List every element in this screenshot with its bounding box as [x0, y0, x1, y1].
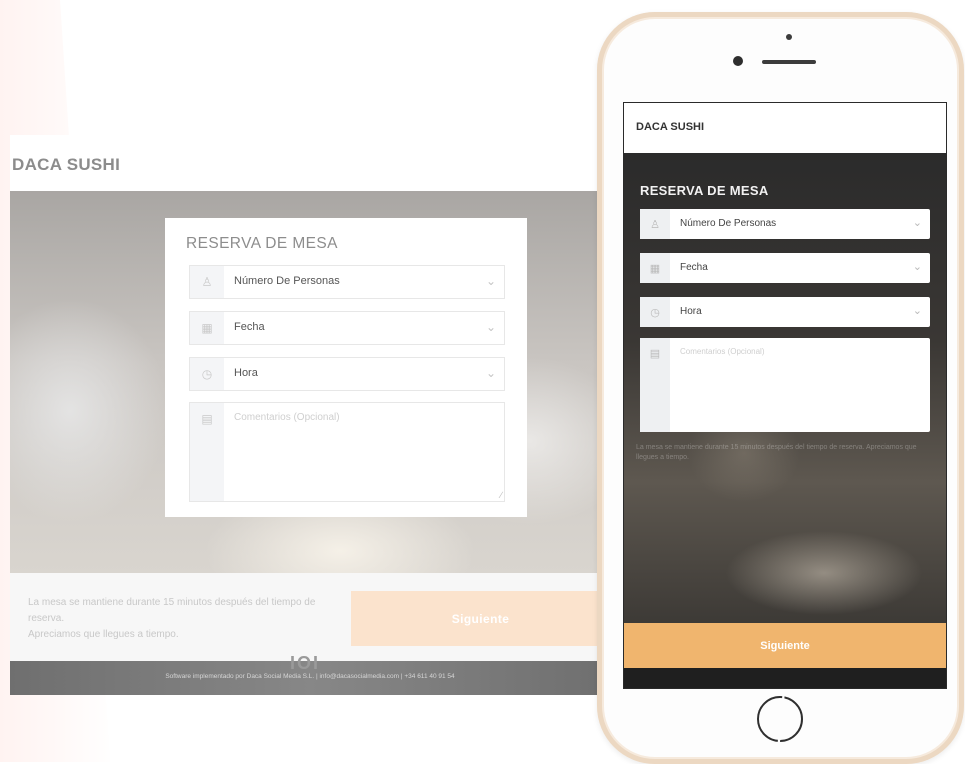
people-icon: ♙ [640, 209, 670, 239]
chevron-down-icon: ⌄ [912, 261, 922, 273]
footer-credits: Software implementado por Daca Social Me… [165, 673, 455, 680]
notice-line-2: Apreciamos que llegues a tiempo. [28, 629, 179, 640]
comments-placeholder: Comentarios (Opcional) [234, 412, 340, 423]
desktop-header: DACA SUSHI [10, 135, 610, 191]
mobile-party-size-label: Número De Personas [680, 218, 777, 229]
chevron-down-icon: ⌄ [485, 320, 496, 334]
resize-handle[interactable]: ∕ [500, 490, 502, 500]
clock-icon: ◷ [190, 358, 224, 390]
reservation-notice: La mesa se mantiene durante 15 minutos d… [28, 595, 348, 643]
people-icon: ♙ [190, 266, 224, 298]
mobile-next-button[interactable]: Siguiente [624, 623, 946, 668]
chevron-down-icon: ⌄ [485, 366, 496, 380]
phone-speaker [762, 60, 816, 64]
hero-background: RESERVA DE MESA ♙ Número De Personas ⌄ ▦… [10, 191, 610, 573]
reservation-form: RESERVA DE MESA ♙ Número De Personas ⌄ ▦… [165, 218, 527, 517]
phone-mockup: DACA SUSHI RESERVA DE MESA ♙ Número De P… [597, 12, 964, 764]
mobile-header: DACA SUSHI [624, 103, 946, 153]
date-select[interactable]: ▦ Fecha ⌄ [189, 311, 505, 345]
desktop-mockup: DACA SUSHI RESERVA DE MESA ♙ Número De P… [10, 135, 610, 695]
note-icon: ▤ [640, 338, 670, 432]
desktop-footer: IOI Software implementado por Daca Socia… [10, 653, 610, 695]
form-title: RESERVA DE MESA [186, 235, 338, 252]
phone-camera-icon [733, 56, 743, 66]
chevron-down-icon: ⌄ [485, 274, 496, 288]
brand-logo[interactable]: DACA SUSHI [12, 155, 120, 175]
mobile-brand-logo[interactable]: DACA SUSHI [636, 121, 704, 133]
phone-sensor [786, 34, 792, 40]
phone-screen: DACA SUSHI RESERVA DE MESA ♙ Número De P… [623, 102, 947, 689]
mobile-time-label: Hora [680, 306, 702, 317]
mobile-date-select[interactable]: ▦ Fecha ⌄ [640, 253, 930, 283]
desktop-action-bar: La mesa se mantiene durante 15 minutos d… [10, 573, 610, 661]
mobile-comments-textarea[interactable]: ▤ Comentarios (Opcional) [640, 338, 930, 432]
mobile-time-select[interactable]: ◷ Hora ⌄ [640, 297, 930, 327]
mobile-date-label: Fecha [680, 262, 708, 273]
mobile-form-title: RESERVA DE MESA [640, 183, 769, 198]
next-button[interactable]: Siguiente [351, 591, 610, 646]
mobile-comments-placeholder: Comentarios (Opcional) [680, 347, 765, 356]
comments-textarea[interactable]: ▤ Comentarios (Opcional) ∕ [189, 402, 505, 502]
party-size-label: Número De Personas [234, 275, 340, 287]
party-size-select[interactable]: ♙ Número De Personas ⌄ [189, 265, 505, 299]
date-label: Fecha [234, 321, 265, 333]
calendar-icon: ▦ [190, 312, 224, 344]
clock-icon: ◷ [640, 297, 670, 327]
chevron-down-icon: ⌄ [912, 217, 922, 229]
chevron-down-icon: ⌄ [912, 305, 922, 317]
time-label: Hora [234, 367, 258, 379]
calendar-icon: ▦ [640, 253, 670, 283]
footer-logo: IOI [290, 653, 321, 673]
mobile-reservation-notice: La mesa se mantiene durante 15 minutos d… [636, 443, 934, 463]
time-select[interactable]: ◷ Hora ⌄ [189, 357, 505, 391]
mobile-party-size-select[interactable]: ♙ Número De Personas ⌄ [640, 209, 930, 239]
note-icon: ▤ [190, 403, 224, 501]
mobile-hero-background: RESERVA DE MESA ♙ Número De Personas ⌄ ▦… [624, 153, 946, 623]
mobile-notice-line-1: La mesa se mantiene durante 15 minutos d… [636, 444, 865, 451]
notice-line-1: La mesa se mantiene durante 15 minutos d… [28, 597, 316, 624]
